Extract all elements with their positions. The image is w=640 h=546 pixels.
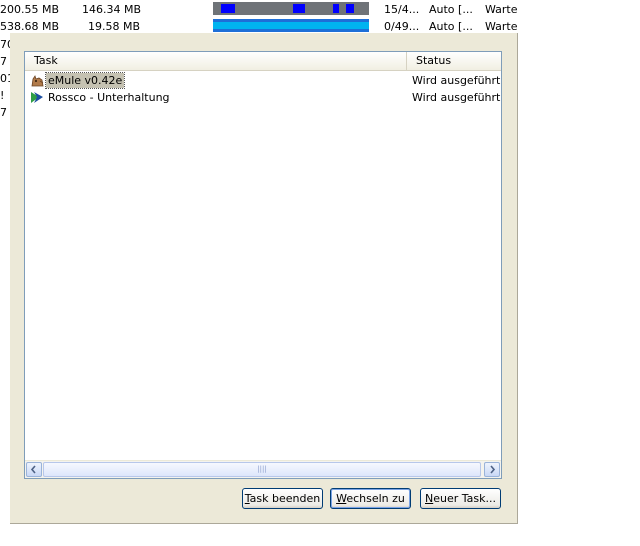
task-status: Wird ausgeführt — [412, 91, 501, 104]
end-task-button[interactable]: Task beenden — [242, 488, 323, 509]
file-size: 200.55 MB — [0, 3, 60, 16]
background-edge-text: 70 — [0, 38, 14, 51]
background-download-list: 200.55 MB 146.34 MB 15/4... Auto [... Wa… — [0, 0, 520, 34]
task-status: Wird ausgeführt — [412, 74, 501, 87]
column-header-status[interactable]: Status — [407, 52, 501, 70]
download-row[interactable]: 200.55 MB 146.34 MB 15/4... Auto [... Wa… — [0, 0, 520, 17]
scroll-right-button[interactable] — [484, 462, 500, 477]
task-name: Rossco - Unterhaltung — [48, 91, 170, 104]
scroll-left-button[interactable] — [26, 462, 42, 477]
download-row[interactable]: 538.68 MB 19.58 MB 0/49... Auto [... War… — [0, 17, 520, 34]
download-status: Warte — [485, 20, 518, 33]
task-manager-window: Task Status eMule v0.42e Wird ausgeführt — [10, 33, 518, 524]
background-edge-text: 7 — [0, 106, 7, 119]
task-list[interactable]: Task Status eMule v0.42e Wird ausgeführt — [24, 51, 502, 479]
switch-to-button[interactable]: Wechseln zu — [330, 488, 411, 509]
task-row[interactable]: Rossco - Unterhaltung Wird ausgeführt — [25, 89, 501, 106]
column-header-task[interactable]: Task — [25, 52, 407, 70]
priority: Auto [... — [429, 3, 473, 16]
scrollbar-thumb[interactable]: |||| — [43, 462, 481, 477]
download-progress-bar — [213, 19, 369, 32]
task-row[interactable]: eMule v0.42e Wird ausgeführt — [25, 72, 501, 89]
download-progress-bar — [213, 2, 369, 15]
sources-count: 15/4... — [384, 3, 420, 16]
task-name: eMule v0.42e — [44, 72, 126, 89]
priority: Auto [... — [429, 20, 473, 33]
file-size: 538.68 MB — [0, 20, 60, 33]
downloaded-size: 146.34 MB — [82, 3, 142, 16]
arrow-right-icon — [490, 465, 496, 474]
task-list-header: Task Status — [25, 52, 501, 71]
new-task-button[interactable]: Neuer Task... — [420, 488, 501, 509]
background-edge-text: ! — [0, 89, 5, 102]
grip-icon: |||| — [257, 465, 267, 473]
download-status: Warte — [485, 3, 518, 16]
horizontal-scrollbar[interactable]: |||| — [25, 460, 501, 478]
downloaded-size: 19.58 MB — [88, 20, 141, 33]
arrow-left-icon — [30, 465, 36, 474]
messenger-chat-icon — [30, 90, 45, 105]
background-edge-text: 01 — [0, 72, 14, 85]
emule-icon — [30, 73, 45, 88]
background-edge-text: 7 — [0, 55, 7, 68]
sources-count: 0/49... — [384, 20, 420, 33]
